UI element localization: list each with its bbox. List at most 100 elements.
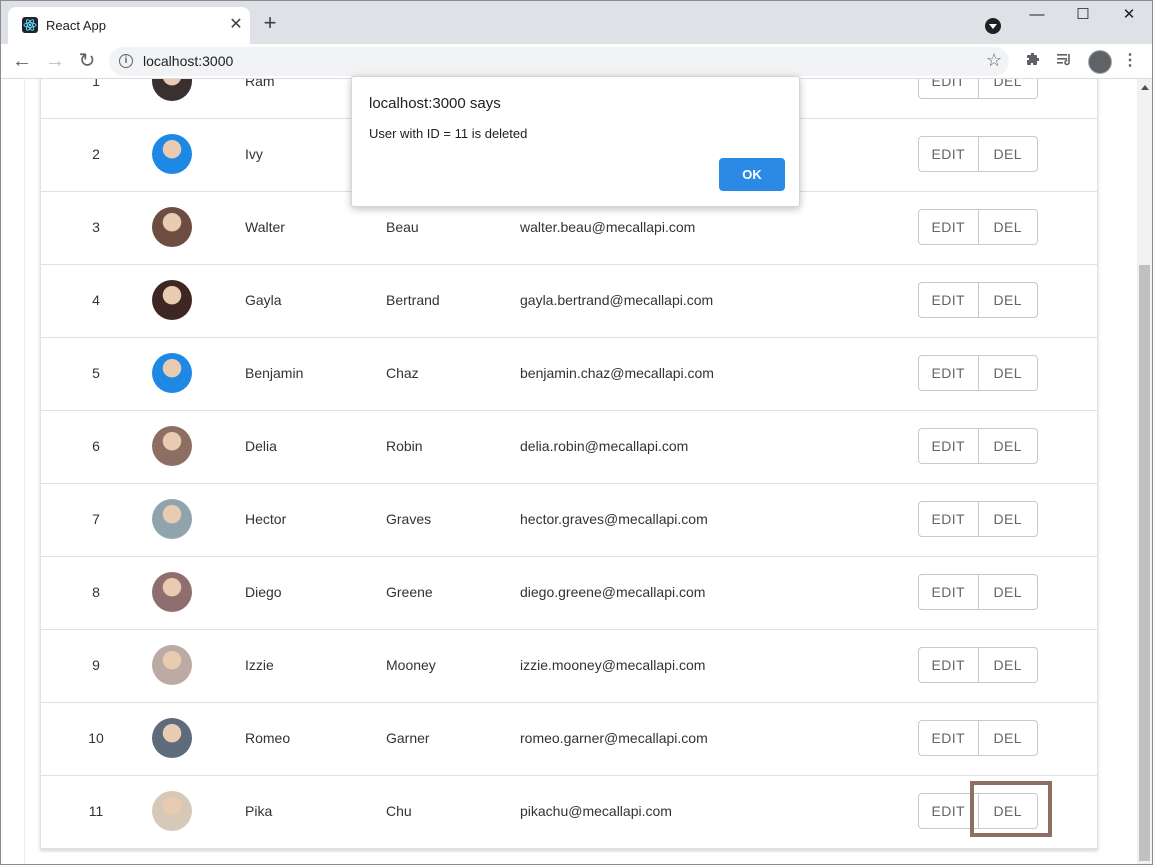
profile-dropdown-icon[interactable] <box>985 18 1001 34</box>
extensions-icon[interactable] <box>1023 51 1043 71</box>
delete-button[interactable]: DEL <box>977 210 1038 244</box>
edit-button[interactable]: EDIT <box>919 356 978 390</box>
user-id: 9 <box>92 657 100 673</box>
last-name: Chu <box>386 803 412 819</box>
scroll-thumb[interactable] <box>1139 265 1150 861</box>
email: benjamin.chaz@mecallapi.com <box>520 365 714 381</box>
forward-icon[interactable]: → <box>44 50 66 72</box>
address-bar[interactable]: i localhost:3000 ☆ <box>109 47 1009 76</box>
user-id: 7 <box>92 511 100 527</box>
action-button-group: EDIT DEL <box>918 355 1038 391</box>
delete-button[interactable]: DEL <box>977 575 1038 609</box>
delete-button[interactable]: DEL <box>977 137 1038 171</box>
delete-button[interactable]: DEL <box>977 721 1038 755</box>
table-row: 4 Gayla Bertrand gayla.bertrand@mecallapi.c… <box>41 264 1097 338</box>
edit-button[interactable]: EDIT <box>919 137 978 171</box>
last-name: Graves <box>386 511 432 527</box>
edit-button[interactable]: EDIT <box>919 79 978 98</box>
tab-close-icon[interactable]: ✕ <box>227 16 245 34</box>
ok-button[interactable]: OK <box>719 158 785 191</box>
email: diego.greene@mecallapi.com <box>520 584 706 600</box>
highlight-annotation <box>970 781 1052 837</box>
action-button-group: EDIT DEL <box>918 428 1038 464</box>
close-window-icon[interactable]: ✕ <box>1106 0 1152 32</box>
table-row: 9 Izzie Mooney izzie.mooney@mecallapi.com ED… <box>41 629 1097 703</box>
user-id: 4 <box>92 292 100 308</box>
table-row: 7 Hector Graves hector.graves@mecallapi.com… <box>41 483 1097 557</box>
first-name: Romeo <box>245 730 291 746</box>
minimize-icon[interactable]: — <box>1014 0 1060 32</box>
avatar <box>152 79 192 101</box>
edit-button[interactable]: EDIT <box>919 575 978 609</box>
browser-tab[interactable]: React App ✕ <box>8 7 250 44</box>
dialog-title: localhost:3000 says <box>369 95 501 112</box>
site-info-icon[interactable]: i <box>119 54 133 68</box>
last-name: Mooney <box>386 657 436 673</box>
delete-button[interactable]: DEL <box>977 648 1038 682</box>
user-id: 3 <box>92 219 100 235</box>
delete-button[interactable]: DEL <box>977 429 1038 463</box>
email: izzie.mooney@mecallapi.com <box>520 657 706 673</box>
delete-button[interactable]: DEL <box>977 79 1038 98</box>
first-name: Delia <box>245 438 277 454</box>
scroll-up-arrow-icon[interactable] <box>1141 85 1149 90</box>
email: romeo.garner@mecallapi.com <box>520 730 708 746</box>
delete-button[interactable]: DEL <box>977 283 1038 317</box>
user-id: 5 <box>92 365 100 381</box>
action-button-group: EDIT DEL <box>918 282 1038 318</box>
last-name: Garner <box>386 730 430 746</box>
reload-icon[interactable]: ↻ <box>76 50 98 72</box>
action-button-group: EDIT DEL <box>918 209 1038 245</box>
last-name: Greene <box>386 584 433 600</box>
first-name: Ram <box>245 79 275 89</box>
action-button-group: EDIT DEL <box>918 647 1038 683</box>
reading-list-icon[interactable] <box>1055 51 1075 71</box>
alert-dialog: localhost:3000 says User with ID = 11 is… <box>351 76 800 207</box>
user-id: 8 <box>92 584 100 600</box>
edit-button[interactable]: EDIT <box>919 283 978 317</box>
first-name: Diego <box>245 584 282 600</box>
maximize-icon[interactable]: ☐ <box>1060 0 1106 32</box>
edit-button[interactable]: EDIT <box>919 502 978 536</box>
avatar <box>152 718 192 758</box>
page-scrollbar[interactable] <box>1137 79 1153 865</box>
first-name: Gayla <box>245 292 282 308</box>
first-name: Hector <box>245 511 287 527</box>
avatar <box>152 645 192 685</box>
user-id: 1 <box>92 79 100 89</box>
table-row: 6 Delia Robin delia.robin@mecallapi.com EDIT… <box>41 410 1097 484</box>
last-name: Bertrand <box>386 292 440 308</box>
avatar <box>152 572 192 612</box>
avatar <box>152 134 192 174</box>
avatar <box>152 207 192 247</box>
edit-button[interactable]: EDIT <box>919 210 978 244</box>
bookmark-star-icon[interactable]: ☆ <box>986 50 1002 71</box>
table-row: 10 Romeo Garner romeo.garner@mecallapi.com E… <box>41 702 1097 776</box>
dialog-message: User with ID = 11 is deleted <box>369 126 528 141</box>
user-id: 2 <box>92 146 100 162</box>
avatar <box>152 791 192 831</box>
edit-button[interactable]: EDIT <box>919 429 978 463</box>
url-text[interactable]: localhost:3000 <box>143 53 233 69</box>
delete-button[interactable]: DEL <box>977 502 1038 536</box>
edit-button[interactable]: EDIT <box>919 794 978 828</box>
page-edge <box>24 79 25 865</box>
profile-avatar-icon[interactable] <box>1088 50 1112 74</box>
browser-menu-icon[interactable]: ⋮ <box>1122 51 1138 71</box>
delete-button[interactable]: DEL <box>977 356 1038 390</box>
user-id: 11 <box>88 803 104 819</box>
user-id: 10 <box>88 730 104 746</box>
last-name: Robin <box>386 438 423 454</box>
back-icon[interactable]: ← <box>11 50 33 72</box>
action-button-group: EDIT DEL <box>918 574 1038 610</box>
tab-strip: React App ✕ + — ☐ ✕ <box>0 0 1153 44</box>
email: hector.graves@mecallapi.com <box>520 511 708 527</box>
edit-button[interactable]: EDIT <box>919 648 978 682</box>
new-tab-icon[interactable]: + <box>260 12 280 34</box>
last-name: Chaz <box>386 365 419 381</box>
edit-button[interactable]: EDIT <box>919 721 978 755</box>
table-row: 8 Diego Greene diego.greene@mecallapi.com ED… <box>41 556 1097 630</box>
table-row: 5 Benjamin Chaz benjamin.chaz@mecallapi.com… <box>41 337 1097 411</box>
avatar <box>152 499 192 539</box>
email: gayla.bertrand@mecallapi.com <box>520 292 714 308</box>
